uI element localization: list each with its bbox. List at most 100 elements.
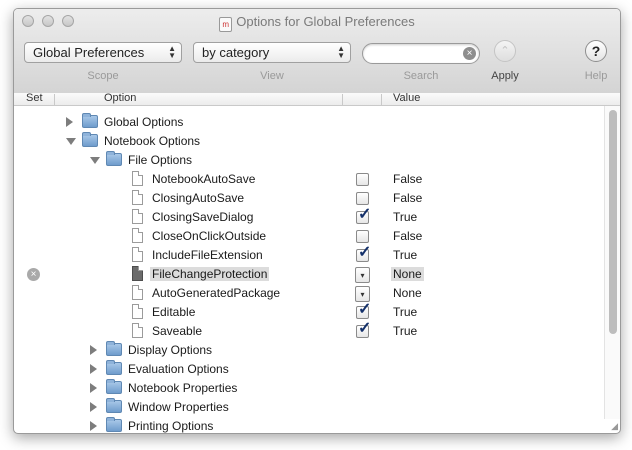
checkmark-icon: ✓ xyxy=(358,301,372,318)
updown-arrows-icon: ▲ ▼ xyxy=(337,44,345,60)
option-value: None xyxy=(393,286,422,300)
folder-icon xyxy=(106,360,122,375)
tree-folder-row[interactable]: Printing Options xyxy=(14,417,604,433)
document-icon xyxy=(132,247,143,262)
view-popup-value: by category xyxy=(202,45,270,60)
option-checkbox[interactable] xyxy=(356,230,369,243)
disclosure-open-icon[interactable] xyxy=(90,157,100,164)
view-popup[interactable]: by category ▲ ▼ xyxy=(193,42,351,63)
tree-folder-row[interactable]: Notebook Properties xyxy=(14,379,604,398)
option-label: File Options xyxy=(128,153,193,167)
column-header: Set Option Value xyxy=(14,92,620,106)
disclosure-closed-icon[interactable] xyxy=(90,402,97,412)
option-value: None xyxy=(391,267,424,281)
scope-popup[interactable]: Global Preferences ▲ ▼ xyxy=(24,42,182,63)
help-button[interactable]: ? xyxy=(585,40,607,62)
apply-arrows-icon: ⌃ xyxy=(500,45,510,57)
option-row[interactable]: AutoGeneratedPackage ▾ None xyxy=(14,284,604,303)
folder-icon xyxy=(106,379,122,394)
tree-folder-row[interactable]: Evaluation Options xyxy=(14,360,604,379)
help-label: Help xyxy=(584,70,608,82)
tree-folder-row[interactable]: Window Properties xyxy=(14,398,604,417)
apply-button[interactable]: ⌃ xyxy=(494,40,516,62)
option-label: IncludeFileExtension xyxy=(152,248,263,262)
document-icon xyxy=(132,323,143,338)
option-value-popup[interactable]: ▾ xyxy=(355,267,370,283)
option-label: Printing Options xyxy=(128,419,214,433)
option-checkbox[interactable] xyxy=(356,192,369,205)
checkmark-icon: ✓ xyxy=(358,206,372,223)
tree-folder-row[interactable]: Display Options xyxy=(14,341,604,360)
tree-folder-row[interactable]: Global Options xyxy=(14,113,604,132)
option-row[interactable]: CloseOnClickOutside False xyxy=(14,227,604,246)
scrollbar-thumb[interactable] xyxy=(609,110,617,334)
option-row[interactable]: × FileChangeProtection ▾ None xyxy=(14,265,604,284)
column-header-value[interactable]: Value xyxy=(393,92,420,104)
document-icon xyxy=(132,285,143,300)
resize-grip-icon[interactable]: ◢ xyxy=(608,421,618,431)
folder-icon xyxy=(106,417,122,432)
option-row[interactable]: ClosingAutoSave False xyxy=(14,189,604,208)
search-label: Search xyxy=(403,70,439,82)
disclosure-closed-icon[interactable] xyxy=(90,364,97,374)
option-label: ClosingSaveDialog xyxy=(152,210,254,224)
option-label: FileChangeProtection xyxy=(150,267,270,281)
option-label: Global Options xyxy=(104,115,184,129)
column-divider[interactable] xyxy=(342,94,343,105)
option-label: Saveable xyxy=(152,324,203,338)
window-title: Options for Global Preferences xyxy=(236,14,415,29)
option-value: False xyxy=(393,172,423,186)
folder-icon xyxy=(82,132,98,147)
option-value: False xyxy=(393,229,423,243)
scope-popup-value: Global Preferences xyxy=(33,45,145,60)
disclosure-open-icon[interactable] xyxy=(66,138,76,145)
document-icon xyxy=(132,266,143,281)
option-label: CloseOnClickOutside xyxy=(152,229,267,243)
option-checkbox[interactable]: ✓ xyxy=(356,207,371,224)
clear-search-icon[interactable]: × xyxy=(463,47,476,60)
scope-label: Scope xyxy=(87,70,119,82)
disclosure-closed-icon[interactable] xyxy=(90,421,97,431)
disclosure-closed-icon[interactable] xyxy=(66,117,73,127)
folder-icon xyxy=(106,398,122,413)
option-row[interactable]: IncludeFileExtension ✓ True xyxy=(14,245,604,265)
tree-folder-row[interactable]: File Options xyxy=(14,151,604,170)
window-title-container: m Options for Global Preferences xyxy=(14,14,620,32)
option-label: NotebookAutoSave xyxy=(152,172,256,186)
disclosure-closed-icon[interactable] xyxy=(90,345,97,355)
option-checkbox[interactable]: ✓ xyxy=(356,245,371,262)
option-value: True xyxy=(393,324,418,338)
option-value: True xyxy=(393,248,418,262)
updown-arrows-icon: ▲ ▼ xyxy=(168,44,176,60)
search-field[interactable]: × xyxy=(362,43,480,64)
disclosure-closed-icon[interactable] xyxy=(90,383,97,393)
option-row[interactable]: Editable ✓ True xyxy=(14,302,604,322)
tree-folder-row[interactable]: Notebook Options xyxy=(14,132,604,151)
option-row[interactable]: ClosingSaveDialog ✓ True xyxy=(14,207,604,227)
option-checkbox[interactable]: ✓ xyxy=(356,302,371,319)
option-label: Display Options xyxy=(128,343,213,357)
option-row[interactable]: Saveable ✓ True xyxy=(14,321,604,341)
option-row[interactable]: NotebookAutoSave False xyxy=(14,170,604,189)
column-divider[interactable] xyxy=(54,94,55,105)
document-icon xyxy=(132,171,143,186)
option-label: Notebook Properties xyxy=(128,381,238,395)
vertical-scrollbar[interactable] xyxy=(604,106,620,419)
checkmark-icon: ✓ xyxy=(358,244,372,261)
column-header-option[interactable]: Option xyxy=(104,92,136,104)
document-icon xyxy=(132,228,143,243)
option-checkbox[interactable]: ✓ xyxy=(356,321,371,338)
view-label: View xyxy=(260,70,284,82)
help-icon: ? xyxy=(591,43,601,59)
option-value-popup[interactable]: ▾ xyxy=(355,286,370,302)
option-label: Window Properties xyxy=(128,400,229,414)
unset-option-icon[interactable]: × xyxy=(27,268,40,281)
document-icon xyxy=(132,190,143,205)
notebook-app-icon: m xyxy=(219,17,233,32)
column-divider[interactable] xyxy=(381,94,382,105)
options-window: m Options for Global Preferences Global P… xyxy=(13,8,621,434)
option-checkbox[interactable] xyxy=(356,173,369,186)
option-value: True xyxy=(393,305,418,319)
column-header-set[interactable]: Set xyxy=(26,92,43,104)
option-label: Evaluation Options xyxy=(128,362,229,376)
